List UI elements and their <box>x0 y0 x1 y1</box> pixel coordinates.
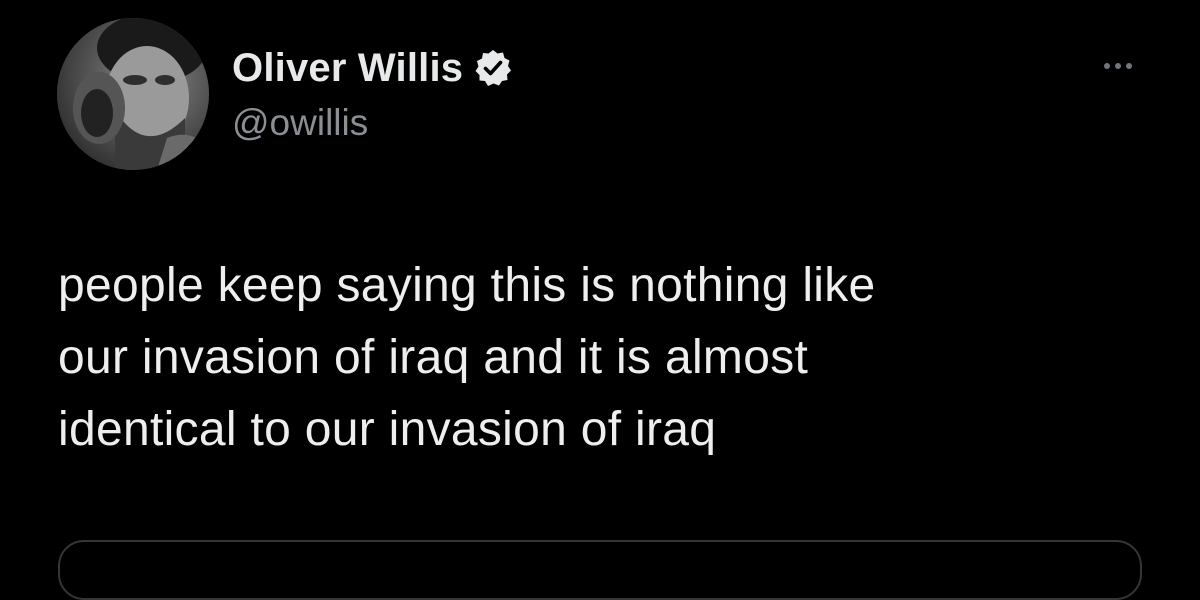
avatar[interactable] <box>57 18 209 170</box>
tweet-card: Oliver Willis @owillis people keep sayin… <box>0 0 1200 600</box>
more-dot <box>1126 63 1132 69</box>
embedded-card[interactable] <box>58 540 1142 600</box>
more-dot <box>1104 63 1110 69</box>
more-options-icon[interactable] <box>1094 54 1142 78</box>
tweet-line: our invasion of iraq and it is almost <box>58 331 809 384</box>
name-row: Oliver Willis <box>232 44 513 92</box>
tweet-text: people keep saying this is nothing like … <box>58 250 1148 466</box>
tweet-line: identical to our invasion of iraq <box>58 403 717 456</box>
author-info: Oliver Willis @owillis <box>232 44 513 144</box>
more-dot <box>1115 63 1121 69</box>
handle[interactable]: @owillis <box>232 102 513 144</box>
tweet-line: people keep saying this is nothing like <box>58 259 876 312</box>
display-name[interactable]: Oliver Willis <box>232 46 463 91</box>
avatar-photo <box>57 18 209 170</box>
verified-badge-icon <box>473 48 513 88</box>
